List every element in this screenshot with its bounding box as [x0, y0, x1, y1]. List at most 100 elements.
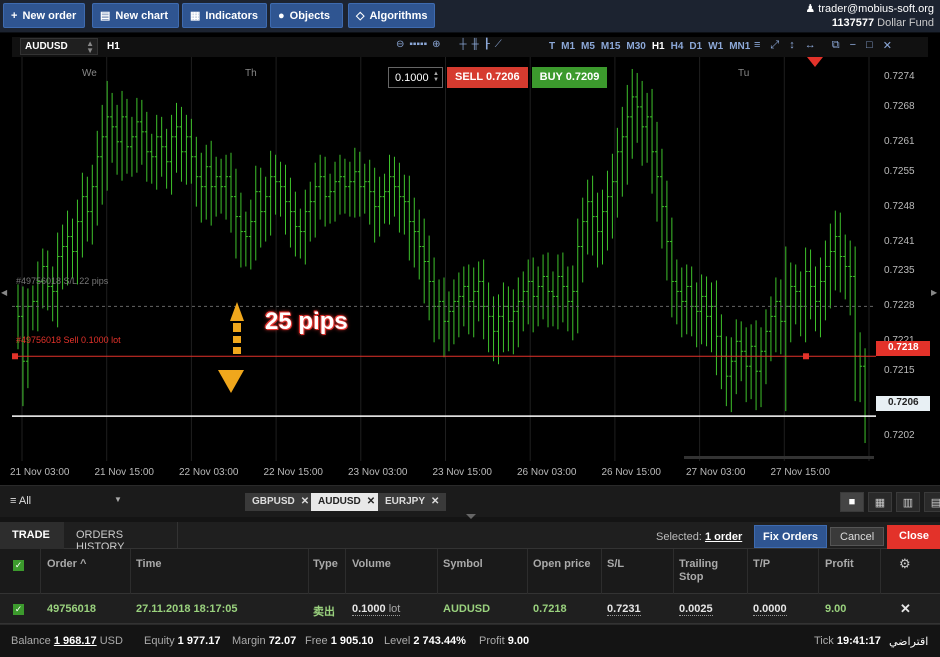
close-icon[interactable]: ✕: [367, 496, 375, 508]
lot-input[interactable]: 0.1000 ▲ ▼: [388, 67, 443, 88]
close-icon[interactable]: ✕: [431, 496, 439, 508]
panel-resize-handle[interactable]: [466, 514, 476, 519]
algorithms-button[interactable]: ◇ Algorithms: [348, 3, 435, 28]
close-icon[interactable]: ✕: [301, 496, 309, 508]
main-toolbar: + New order ▤ New chart ▦ Indicators ● O…: [0, 0, 940, 33]
spinner-icon[interactable]: ▲ ▼: [433, 71, 439, 83]
objects-button[interactable]: ● Objects: [270, 3, 343, 28]
new-order-button[interactable]: + New order: [3, 3, 85, 28]
line-chart-icon[interactable]: ⟋: [495, 39, 502, 50]
col-open-price[interactable]: Open price: [533, 558, 590, 571]
sell-button[interactable]: SELL 0.7206: [447, 67, 528, 88]
cell-trailing-stop[interactable]: 0.0025: [679, 603, 713, 616]
layout-single-icon[interactable]: ■: [840, 492, 864, 512]
indicators-button[interactable]: ▦ Indicators: [182, 3, 267, 28]
zoom-in-icon[interactable]: ⊕: [432, 39, 440, 50]
symbol-tabs-bar: ≡ All ▼ GBPUSD ✕ AUDUSD ✕ EURJPY ✕ ■ ▦ ▥…: [0, 485, 940, 519]
col-symbol[interactable]: Symbol: [443, 558, 483, 571]
detach-icon[interactable]: ⧉: [832, 39, 840, 52]
col-profit[interactable]: Profit: [825, 558, 854, 571]
cell-tp[interactable]: 0.0000: [753, 603, 787, 616]
timeframe-h4[interactable]: H4: [671, 41, 684, 52]
pips-annotation: 25 pips: [265, 308, 348, 335]
col-type[interactable]: Type: [313, 558, 338, 571]
expand-diagonal-icon[interactable]: ⤢: [770, 39, 779, 52]
row-checkbox[interactable]: ✓: [13, 604, 24, 615]
horizontal-scale-icon[interactable]: ↔: [805, 39, 816, 52]
cell-type: 卖出: [313, 606, 335, 618]
timeframe-m15[interactable]: M15: [601, 41, 620, 52]
chart-window: AUDUSD ▲ ▼ H1 ⊖ ▪▪▪▪▪ ⊕ ┼ ╫ ┠ ⟋ T M1 M5 M15 M…: [0, 33, 940, 485]
level-value: 2 743.44%: [413, 635, 466, 647]
close-chart-icon[interactable]: ✕: [883, 39, 892, 52]
layout-rows-icon[interactable]: ▤: [924, 492, 940, 512]
scroll-right-icon[interactable]: ▶: [931, 288, 937, 297]
layout-switcher: ■ ▦ ▥ ▤: [840, 492, 940, 512]
column-divider: [673, 549, 674, 594]
col-tp[interactable]: T/P: [753, 558, 770, 571]
zoom-out-icon[interactable]: ⊖: [396, 39, 404, 50]
symbol-selector[interactable]: AUDUSD ▲ ▼: [20, 38, 98, 55]
order-line-label[interactable]: #49756018 Sell 0.1000 lot: [16, 335, 121, 345]
margin-value: 72.07: [268, 635, 297, 647]
timeframe-mn1[interactable]: MN1: [729, 41, 750, 52]
col-sl[interactable]: S/L: [607, 558, 624, 571]
cell-volume[interactable]: 0.1000 lot: [352, 603, 401, 616]
col-volume[interactable]: Volume: [352, 558, 391, 571]
buy-label: BUY: [539, 71, 563, 83]
balance-value[interactable]: 1 968.17: [54, 635, 97, 647]
symbol-tab-gbpusd[interactable]: GBPUSD ✕: [245, 493, 317, 511]
table-row[interactable]: ✓ 49756018 27.11.2018 18:17:05 卖出 0.1000…: [0, 594, 940, 624]
scroll-left-icon[interactable]: ◀: [1, 288, 7, 297]
symbol-tab-eurjpy[interactable]: EURJPY ✕: [378, 493, 447, 511]
selection-info: Selected: 1 order: [656, 531, 742, 543]
bars-icon[interactable]: ┠: [484, 39, 490, 50]
sell-label: SELL: [455, 71, 483, 83]
col-order[interactable]: Order ^: [47, 558, 86, 571]
close-order-icon[interactable]: ✕: [900, 601, 911, 617]
timeframe-d1[interactable]: D1: [689, 41, 702, 52]
select-all-checkbox[interactable]: ✓: [13, 560, 24, 571]
column-divider: [308, 549, 309, 594]
minimize-icon[interactable]: −: [850, 39, 856, 52]
price-chart[interactable]: [12, 57, 876, 461]
algorithms-label: Algorithms: [369, 9, 428, 22]
crosshair-icon[interactable]: ┼: [460, 39, 467, 50]
fix-orders-button[interactable]: Fix Orders: [754, 525, 828, 548]
cancel-button[interactable]: Cancel: [830, 527, 885, 546]
new-chart-label: New chart: [115, 9, 168, 22]
vertical-scale-icon[interactable]: ↕: [789, 39, 795, 52]
symbol-tab-audusd[interactable]: AUDUSD ✕: [311, 493, 383, 511]
timeframe-m1[interactable]: M1: [561, 41, 575, 52]
timeframe-m30[interactable]: M30: [626, 41, 645, 52]
timeframe-t[interactable]: T: [549, 41, 555, 52]
new-chart-button[interactable]: ▤ New chart: [92, 3, 179, 28]
candles-icon[interactable]: ╫: [472, 39, 479, 50]
maximize-icon[interactable]: □: [866, 39, 873, 52]
group-filter-select[interactable]: ≡ All ▼: [10, 495, 122, 507]
selected-count[interactable]: 1 order: [705, 531, 742, 543]
buy-button[interactable]: BUY 0.7209: [531, 67, 608, 88]
layout-grid-icon[interactable]: ▦: [868, 492, 892, 512]
col-trailing-stop[interactable]: Trailing Stop: [679, 558, 718, 584]
indicators-list-icon[interactable]: ≡: [754, 39, 760, 52]
layout-columns-icon[interactable]: ▥: [896, 492, 920, 512]
col-time[interactable]: Time: [136, 558, 161, 571]
timeframe-w1[interactable]: W1: [708, 41, 723, 52]
tab-trade[interactable]: TRADE: [0, 522, 64, 549]
tick-label: Tick: [814, 635, 834, 647]
cell-sl[interactable]: 0.7231: [607, 603, 641, 616]
close-orders-button[interactable]: Close: [887, 525, 940, 549]
gear-icon[interactable]: ⚙: [899, 556, 911, 572]
equity-value: 1 977.17: [177, 635, 221, 647]
account-user: trader@mobius-soft.org: [818, 3, 934, 15]
status-bar: Balance 1 968.17 USD Equity 1 977.17 Mar…: [0, 624, 940, 657]
tab-orders-history[interactable]: ORDERS HISTORY: [64, 522, 178, 553]
balance-status: Balance 1 968.17 USD: [11, 635, 123, 647]
account-info[interactable]: ♟ trader@mobius-soft.org 1137577 Dollar …: [805, 2, 934, 30]
timeframe-m5[interactable]: M5: [581, 41, 595, 52]
time-tick-label: 27 Nov 15:00: [770, 467, 831, 478]
zoom-slider-icon[interactable]: ▪▪▪▪▪: [409, 39, 427, 50]
timeframe-h1[interactable]: H1: [652, 41, 665, 52]
locale-label[interactable]: اقتراضي: [889, 635, 928, 648]
